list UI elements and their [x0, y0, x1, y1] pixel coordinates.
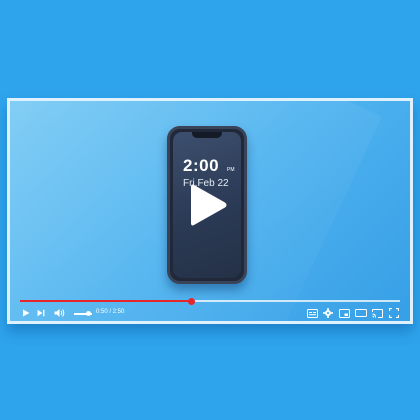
progress-scrubber[interactable] [187, 297, 195, 305]
phone-clock: 2:00 [183, 156, 220, 175]
control-bar: 0:50 / 2:50 [20, 307, 400, 319]
theater-button[interactable] [355, 307, 367, 319]
big-play-icon[interactable] [188, 182, 228, 228]
settings-button[interactable] [323, 307, 333, 319]
volume-knob[interactable] [85, 311, 91, 316]
subtitles-icon [307, 308, 318, 318]
phone-notch [192, 132, 222, 138]
volume-button[interactable] [54, 307, 66, 319]
cast-icon [372, 308, 383, 318]
volume-icon [54, 309, 65, 317]
play-button[interactable] [22, 307, 30, 319]
phone-ampm: PM [227, 167, 235, 173]
theater-icon [355, 309, 367, 317]
fullscreen-button[interactable] [389, 307, 399, 319]
miniplayer-button[interactable] [339, 307, 350, 319]
subtitles-button[interactable] [307, 307, 318, 319]
play-icon [23, 309, 30, 317]
cast-button[interactable] [372, 307, 383, 319]
time-display: 0:50 / 2:50 [96, 309, 125, 315]
settings-icon [323, 308, 333, 318]
progress-bar[interactable] [20, 297, 400, 305]
progress-fill [20, 300, 191, 302]
next-icon [37, 309, 45, 317]
fullscreen-icon [389, 308, 399, 318]
miniplayer-icon [339, 308, 350, 318]
next-button[interactable] [37, 307, 45, 319]
video-player[interactable]: 2:00 PM Fri,Feb 22 0:50 / 2:50 [7, 98, 413, 324]
